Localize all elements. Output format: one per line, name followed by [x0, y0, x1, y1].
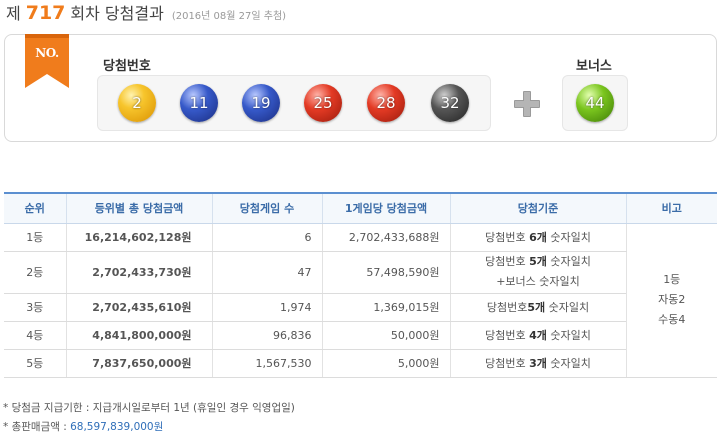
ball-1: 2	[118, 84, 156, 122]
bonus-panel: 44	[562, 75, 628, 131]
criteria-cell: 당첨번호 3개 숫자일치	[449, 349, 626, 378]
criteria-cell: 당첨번호 5개 숫자일치 +보너스 숫자일치	[449, 251, 626, 294]
table-header-row: 순위 등위별 총 당첨금액 당첨게임 수 1게임당 당첨금액 당첨기준 비고	[4, 192, 717, 224]
criteria-cell: 당첨번호 4개 숫자일치	[449, 321, 626, 350]
ribbon-label: NO.	[35, 46, 59, 60]
sales-value: 68,597,839,000원	[70, 421, 164, 433]
col-rank: 순위	[4, 192, 66, 224]
ribbon-badge-icon: NO.	[25, 34, 69, 88]
games-cell: 1,974	[211, 293, 322, 322]
draw-date: (2016년 08월 27일 추첨)	[171, 11, 287, 22]
per-game-cell: 5,000원	[321, 349, 450, 378]
table-row: 5등 7,837,650,000원 1,567,530 5,000원 당첨번호 …	[4, 349, 717, 378]
bonus-ball: 44	[576, 84, 614, 122]
col-total: 등위별 총 당첨금액	[65, 192, 212, 224]
title-prefix: 제	[6, 4, 21, 23]
prize-table: 순위 등위별 총 당첨금액 당첨게임 수 1게임당 당첨금액 당첨기준 비고 1…	[4, 192, 717, 378]
total-cell: 2,702,433,730원	[65, 251, 212, 294]
col-note: 비고	[625, 192, 717, 224]
rank-cell: 5등	[4, 349, 66, 378]
table-row: 4등 4,841,800,000원 96,836 50,000원 당첨번호 4개…	[4, 321, 717, 350]
total-sales-note: * 총판매금액 : 68,597,839,000원	[3, 419, 163, 434]
per-game-cell: 1,369,015원	[321, 293, 450, 322]
ball-3: 19	[242, 84, 280, 122]
games-cell: 47	[211, 251, 322, 294]
total-cell: 4,841,800,000원	[65, 321, 212, 350]
numbers-panel: 2 11 19 25 28 32	[97, 75, 491, 131]
ball-5: 28	[367, 84, 405, 122]
ball-2: 11	[180, 84, 218, 122]
plus-icon	[512, 89, 542, 119]
sales-label: * 총판매금액 :	[3, 421, 71, 433]
winning-numbers-box: NO. 당첨번호 보너스 2 11 19 25 28 32 44	[4, 34, 717, 142]
per-game-cell: 2,702,433,688원	[321, 223, 450, 252]
numbers-label: 당첨번호	[103, 59, 151, 74]
games-cell: 96,836	[211, 321, 322, 350]
note-cell: 1등 자동2 수동4	[625, 223, 717, 378]
total-cell: 2,702,435,610원	[65, 293, 212, 322]
total-cell: 7,837,650,000원	[65, 349, 212, 378]
table-row: 2등 2,702,433,730원 47 57,498,590원 당첨번호 5개…	[4, 251, 717, 294]
rank-cell: 1등	[4, 223, 66, 252]
col-per-game: 1게임당 당첨금액	[321, 192, 450, 224]
rank-cell: 3등	[4, 293, 66, 322]
per-game-cell: 57,498,590원	[321, 251, 450, 294]
criteria-cell: 당첨번호5개 숫자일치	[449, 293, 626, 322]
ball-4: 25	[304, 84, 342, 122]
games-cell: 6	[211, 223, 322, 252]
table-row: 1등 16,214,602,128원 6 2,702,433,688원 당첨번호…	[4, 223, 717, 378]
draw-number: 717	[25, 2, 66, 24]
page-title: 제 717 회차 당첨결과 (2016년 08월 27일 추첨)	[6, 0, 286, 26]
col-games: 당첨게임 수	[211, 192, 322, 224]
rank-cell: 2등	[4, 251, 66, 294]
ball-6: 32	[431, 84, 469, 122]
games-cell: 1,567,530	[211, 349, 322, 378]
col-criteria: 당첨기준	[449, 192, 626, 224]
criteria-cell: 당첨번호 6개 숫자일치	[449, 223, 626, 252]
per-game-cell: 50,000원	[321, 321, 450, 350]
table-row: 3등 2,702,435,610원 1,974 1,369,015원 당첨번호5…	[4, 293, 717, 322]
total-cell: 16,214,602,128원	[65, 223, 212, 252]
payout-deadline-note: * 당첨금 지급기한 : 지급개시일로부터 1년 (휴일인 경우 익영업일)	[3, 402, 295, 414]
rank-cell: 4등	[4, 321, 66, 350]
title-suffix: 회차 당첨결과	[70, 4, 164, 23]
bonus-label: 보너스	[576, 59, 612, 74]
